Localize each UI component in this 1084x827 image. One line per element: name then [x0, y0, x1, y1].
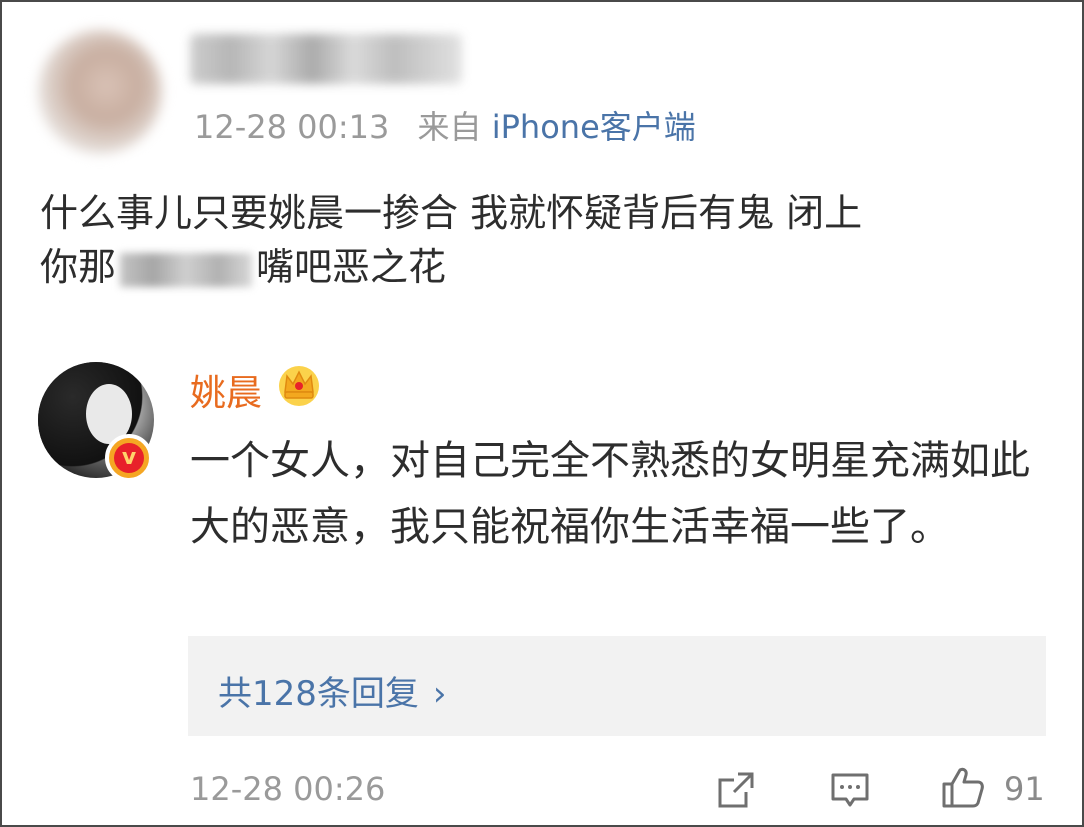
view-replies-link[interactable]: 共128条回复 ›: [218, 666, 447, 715]
share-icon[interactable]: [716, 770, 756, 810]
commenter-name-redacted[interactable]: [190, 34, 462, 84]
verified-mark: v: [114, 443, 144, 473]
redacted-word: [120, 252, 253, 287]
reply-timestamp: 12-28 00:26: [190, 770, 386, 808]
source-label: 来自: [417, 108, 482, 146]
chevron-right-icon: ›: [432, 674, 447, 714]
comment-line-2: 你那 嘴吧恶之花: [40, 240, 1050, 294]
comment-line-1: 什么事儿只要姚晨一掺合 我就怀疑背后有鬼 闭上: [40, 191, 863, 235]
thumbs-up-icon[interactable]: [940, 764, 986, 810]
comment-timestamp: 12-28 00:13: [194, 108, 390, 146]
comment-line-2-end: 嘴吧恶之花: [256, 245, 447, 289]
comment-body: 什么事儿只要姚晨一掺合 我就怀疑背后有鬼 闭上 你那 嘴吧恶之花: [40, 186, 1050, 294]
reply-author-name[interactable]: 姚晨: [190, 364, 262, 416]
like-count: 91: [1004, 770, 1045, 808]
crown-icon[interactable]: [276, 362, 322, 408]
comment-icon[interactable]: [830, 772, 870, 810]
comment-meta: 12-28 00:13 来自 iPhone客户端: [194, 102, 696, 148]
commenter-avatar[interactable]: [38, 30, 162, 154]
replies-panel[interactable]: 共128条回复 ›: [188, 636, 1046, 736]
reply-body: 一个女人，对自己完全不熟悉的女明星充满如此大的恶意，我只能祝福你生活幸福一些了。: [190, 438, 1030, 550]
comment-line-2-start: 你那: [40, 245, 117, 289]
verified-badge-icon: v: [105, 434, 153, 482]
source-link[interactable]: iPhone客户端: [492, 108, 696, 146]
replies-count-label: 共128条回复: [218, 674, 419, 714]
